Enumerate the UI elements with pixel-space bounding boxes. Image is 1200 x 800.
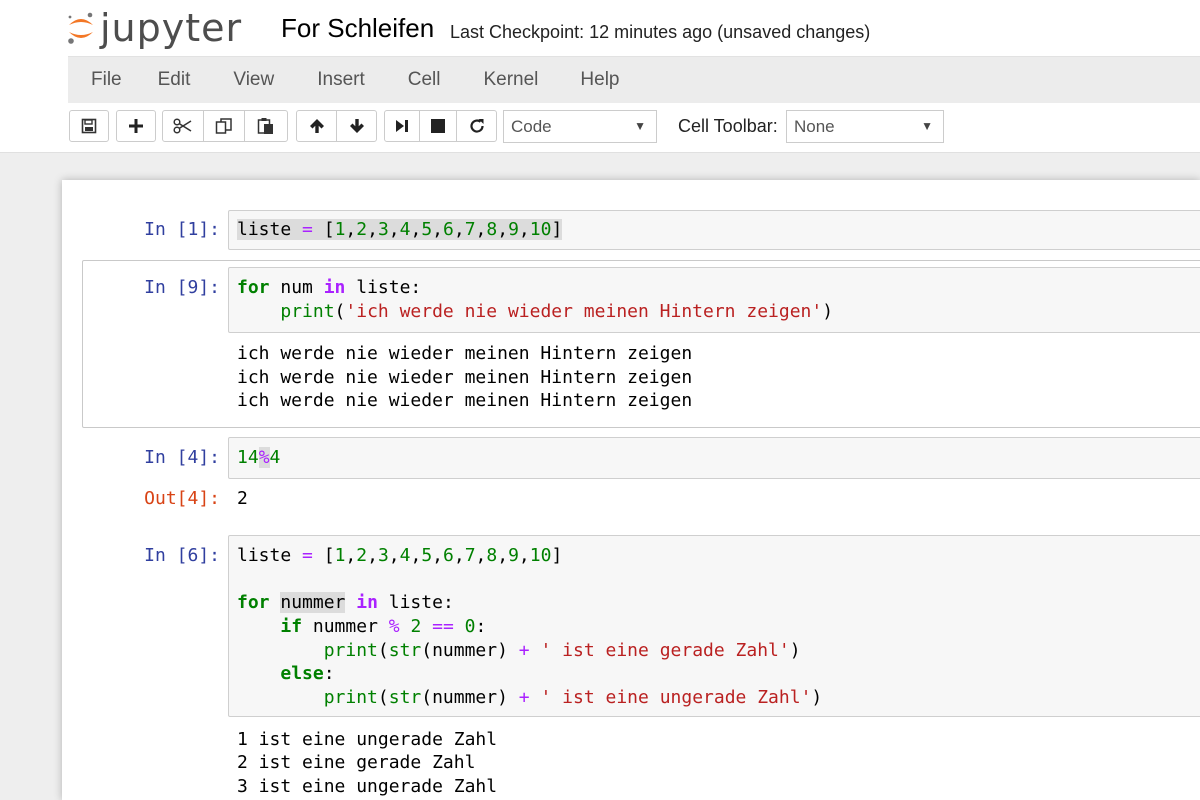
run-icon xyxy=(396,120,408,132)
jupyter-logo-icon xyxy=(68,12,93,44)
code-line: for nummer in liste: xyxy=(237,592,454,613)
input-prompt: In [4]: xyxy=(144,447,220,468)
code-line: print(str(nummer) + ' ist eine gerade Za… xyxy=(323,640,801,661)
code-line: print(str(nummer) + ' ist eine ungerade … xyxy=(323,687,823,708)
cell-output-line: ich werde nie wieder meinen Hintern zeig… xyxy=(237,343,693,364)
checkpoint-status: Last Checkpoint: 12 minutes ago (unsaved… xyxy=(450,22,871,42)
cell-output-line: ich werde nie wieder meinen Hintern zeig… xyxy=(237,390,693,411)
input-prompt: In [1]: xyxy=(144,219,220,240)
cut-button[interactable] xyxy=(162,110,204,142)
menu-insert[interactable]: Insert xyxy=(317,57,365,103)
save-button[interactable] xyxy=(69,110,109,142)
menu-file[interactable]: File xyxy=(91,57,122,103)
input-prompt: In [9]: xyxy=(144,277,220,298)
run-button[interactable] xyxy=(384,110,420,142)
code-cell-input[interactable]: liste = [1,2,3,4,5,6,7,8,9,10] for numme… xyxy=(228,535,1200,717)
menu-kernel[interactable]: Kernel xyxy=(483,57,538,103)
restart-button[interactable] xyxy=(456,110,497,142)
notebook-title[interactable]: For Schleifen xyxy=(281,13,434,43)
interrupt-button[interactable] xyxy=(419,110,457,142)
cell-type-select[interactable]: Code ▼ xyxy=(503,110,657,143)
cell-output-line: ich werde nie wieder meinen Hintern zeig… xyxy=(237,367,693,388)
arrow-down-icon xyxy=(349,119,364,133)
jupyter-logo-text: jupyter xyxy=(100,6,243,50)
code-cell-input[interactable]: for num in liste: print('ich werde nie w… xyxy=(228,267,1200,333)
code-line: liste = [1,2,3,4,5,6,7,8,9,10] xyxy=(237,219,563,240)
code-line: 14%4 xyxy=(237,447,281,468)
cell-output-line: 2 ist eine gerade Zahl xyxy=(237,752,476,773)
move-down-button[interactable] xyxy=(336,110,377,142)
jupyter-logo[interactable]: jupyter xyxy=(66,6,242,50)
menu-cell[interactable]: Cell xyxy=(408,57,441,103)
code-cell-input[interactable]: 14%4 xyxy=(228,437,1200,479)
menu-help[interactable]: Help xyxy=(580,57,619,103)
code-line: if nummer % 2 == 0: xyxy=(280,616,487,637)
cut-icon xyxy=(173,118,192,134)
arrow-up-icon xyxy=(309,119,324,133)
code-cell-input[interactable]: liste = [1,2,3,4,5,6,7,8,9,10] xyxy=(228,210,1200,250)
paste-icon xyxy=(257,118,273,134)
plus-icon xyxy=(129,119,143,133)
code-line: liste = [1,2,3,4,5,6,7,8,9,10] xyxy=(237,545,563,566)
menu-edit[interactable]: Edit xyxy=(158,57,191,103)
code-line: print('ich werde nie wieder meinen Hinte… xyxy=(280,301,834,322)
cell-type-value: Code xyxy=(511,117,552,136)
notebook-container: In [1]: liste = [1,2,3,4,5,6,7,8,9,10] I… xyxy=(62,180,1200,800)
cell-output-line: 2 xyxy=(237,488,248,509)
stop-icon xyxy=(431,119,445,133)
save-icon xyxy=(81,118,97,134)
cell-toolbar-label: Cell Toolbar: xyxy=(678,116,778,136)
menu-view[interactable]: View xyxy=(233,57,274,103)
chevron-down-icon: ▼ xyxy=(634,119,646,133)
copy-button[interactable] xyxy=(203,110,245,142)
output-prompt: Out[4]: xyxy=(144,488,220,509)
cell-toolbar-select[interactable]: None ▼ xyxy=(786,110,944,143)
header: jupyter For Schleifen Last Checkpoint: 1… xyxy=(0,0,1200,153)
cell-output-line: 3 ist eine ungerade Zahl xyxy=(237,776,498,797)
cell-output-line: 1 ist eine ungerade Zahl xyxy=(237,729,498,750)
paste-button[interactable] xyxy=(244,110,288,142)
input-prompt: In [6]: xyxy=(144,545,220,566)
copy-icon xyxy=(215,118,232,134)
chevron-down-icon: ▼ xyxy=(921,119,933,133)
move-up-button[interactable] xyxy=(296,110,337,142)
insert-cell-button[interactable] xyxy=(116,110,156,142)
restart-icon xyxy=(469,119,484,133)
code-line: else: xyxy=(280,663,335,684)
menu-bar: File Edit View Insert Cell Kernel Help xyxy=(68,56,1200,103)
code-line: for num in liste: xyxy=(237,277,422,298)
cell-toolbar-value: None xyxy=(794,117,835,136)
